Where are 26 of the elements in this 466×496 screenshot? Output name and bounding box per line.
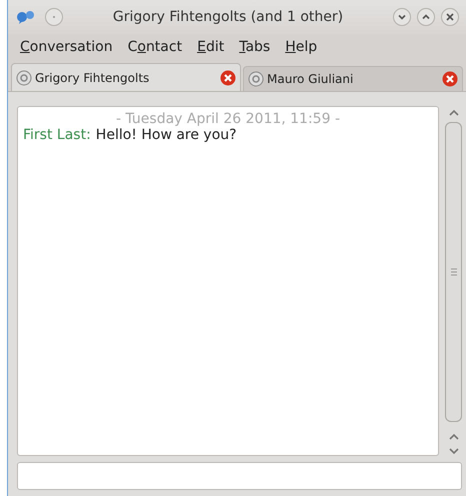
- contact-status-icon: [248, 71, 264, 87]
- menu-item[interactable]: Contact: [128, 39, 182, 55]
- menu-item[interactable]: Edit: [197, 39, 224, 55]
- scroll-down-icon[interactable]: [448, 446, 460, 456]
- tab-label: Grigory Fihtengolts: [35, 70, 150, 84]
- close-tab-icon[interactable]: [220, 70, 236, 86]
- window-title: Grigory Fihtengolts (and 1 other): [112, 9, 344, 25]
- contact-status-icon: [16, 70, 32, 86]
- message-input[interactable]: [17, 462, 462, 490]
- tab[interactable]: Grigory Fihtengolts: [11, 63, 241, 91]
- date-header: - Tuesday April 26 2011, 11:59 -: [115, 111, 341, 127]
- close-tab-icon[interactable]: [442, 71, 458, 87]
- scroll-up-icon[interactable]: [448, 432, 460, 442]
- maximize-button[interactable]: [416, 7, 436, 27]
- message-text: Hello! How are you?: [96, 127, 237, 143]
- close-button[interactable]: [440, 7, 460, 27]
- scroll-up-icon[interactable]: [448, 108, 460, 118]
- menu-item[interactable]: Tabs: [239, 39, 270, 55]
- tab[interactable]: Mauro Giuliani: [243, 66, 463, 91]
- minimize-button[interactable]: [392, 7, 412, 27]
- app-icon: [16, 10, 36, 24]
- menu-item[interactable]: Help: [285, 39, 318, 55]
- sender-name: First Last:: [23, 127, 91, 143]
- tab-label: Mauro Giuliani: [267, 72, 354, 86]
- scrollbar-thumb[interactable]: [445, 122, 462, 422]
- menu-item[interactable]: Conversation: [20, 39, 113, 55]
